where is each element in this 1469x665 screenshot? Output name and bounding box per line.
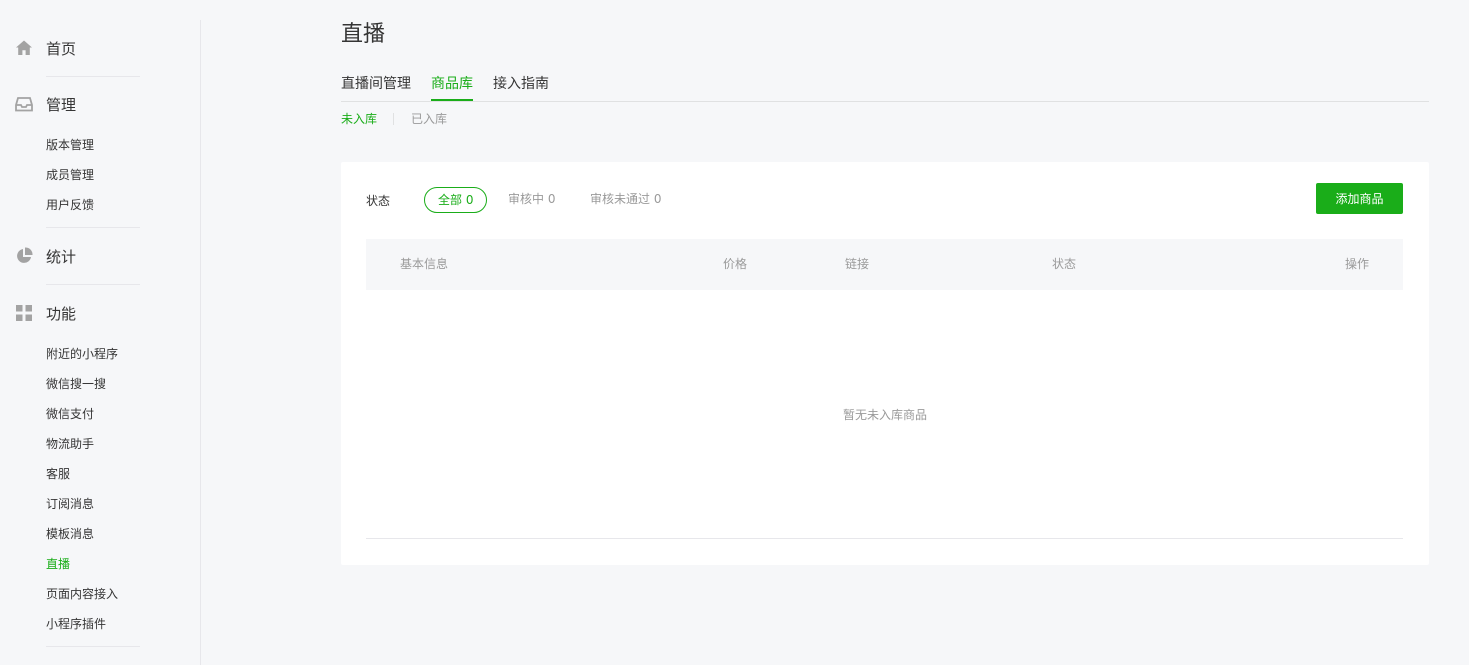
sidebar-item-template[interactable]: 模板消息 <box>46 526 94 542</box>
sidebar-item-stats[interactable]: 统计 <box>0 242 200 270</box>
sidebar-divider <box>46 284 140 285</box>
table-bottom-border <box>366 538 1403 539</box>
column-header-link: 链接 <box>845 257 870 271</box>
filter-rejected[interactable]: 审核未通过 0 <box>590 187 661 213</box>
subtab-divider <box>393 113 394 125</box>
sidebar-item-label: 功能 <box>46 304 77 323</box>
sidebar-divider <box>46 227 140 228</box>
sidebar-item-version[interactable]: 版本管理 <box>46 137 94 153</box>
filter-label: 状态 <box>366 194 391 208</box>
tab-live-room[interactable]: 直播间管理 <box>341 74 411 94</box>
sidebar-item-logistics[interactable]: 物流助手 <box>46 436 94 452</box>
add-product-button[interactable]: 添加商品 <box>1316 183 1403 214</box>
filter-reviewing[interactable]: 审核中 0 <box>508 187 555 213</box>
sidebar-item-pay[interactable]: 微信支付 <box>46 406 94 422</box>
sidebar-item-subscribe[interactable]: 订阅消息 <box>46 496 94 512</box>
filter-all[interactable]: 全部 0 <box>424 187 488 213</box>
column-header-price: 价格 <box>723 257 748 271</box>
inbox-icon <box>15 97 33 112</box>
column-header-status: 状态 <box>1052 257 1077 271</box>
sidebar-item-page-content[interactable]: 页面内容接入 <box>46 586 118 602</box>
sidebar-item-live[interactable]: 直播 <box>46 556 70 572</box>
sidebar-item-label: 首页 <box>46 39 77 58</box>
subtab-not-stocked[interactable]: 未入库 <box>341 110 377 128</box>
tab-guide[interactable]: 接入指南 <box>493 74 549 94</box>
empty-state-text: 暂无未入库商品 <box>842 408 927 422</box>
product-card: 状态 全部 0 审核中 0 审核未通过 0 添加商品 基本信息 价格 链接 状态… <box>341 162 1429 565</box>
sidebar-item-label: 管理 <box>46 95 77 114</box>
sidebar-divider <box>46 646 140 647</box>
sidebar-item-manage[interactable]: 管理 <box>0 90 200 118</box>
tab-bar: 直播间管理 商品库 接入指南 <box>341 72 1429 102</box>
sidebar-item-search[interactable]: 微信搜一搜 <box>46 376 106 392</box>
sidebar-item-members[interactable]: 成员管理 <box>46 167 94 183</box>
page-title: 直播 <box>341 22 386 47</box>
sidebar: 首页 管理 版本管理 成员管理 用户反馈 统计 功能 附近的小程序 微信搜一搜 … <box>0 20 201 665</box>
sidebar-item-features[interactable]: 功能 <box>0 299 200 327</box>
subtab-stocked[interactable]: 已入库 <box>411 110 447 128</box>
sidebar-item-home[interactable]: 首页 <box>0 34 200 62</box>
tab-product-library[interactable]: 商品库 <box>431 74 473 94</box>
active-tab-indicator <box>431 99 473 101</box>
column-header-basic-info: 基本信息 <box>400 257 449 271</box>
grid-icon <box>16 305 32 321</box>
sidebar-item-nearby[interactable]: 附近的小程序 <box>46 346 118 362</box>
table-header: 基本信息 价格 链接 状态 操作 <box>366 239 1403 290</box>
sidebar-item-label: 统计 <box>46 247 77 266</box>
pie-chart-icon <box>17 247 33 263</box>
sidebar-item-feedback[interactable]: 用户反馈 <box>46 197 94 213</box>
sidebar-divider <box>46 76 140 77</box>
sidebar-item-plugins[interactable]: 小程序插件 <box>46 616 106 632</box>
home-icon <box>16 40 32 55</box>
sidebar-item-customer-service[interactable]: 客服 <box>46 466 70 482</box>
column-header-actions: 操作 <box>1345 257 1370 271</box>
